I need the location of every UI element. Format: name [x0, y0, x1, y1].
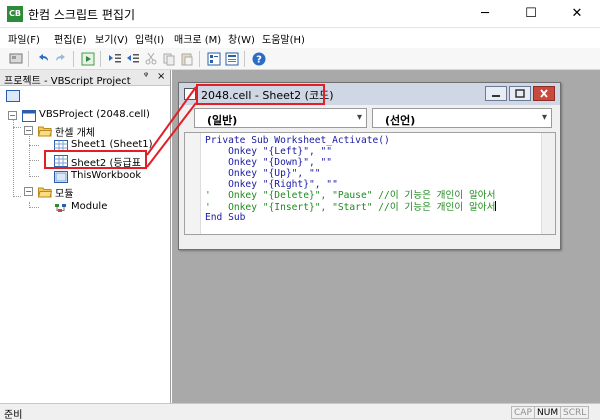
horizontal-scrollbar[interactable] [184, 236, 556, 247]
code-line-text: ' Onkey "{Insert}", "Start" //이 기능은 개인이 … [205, 202, 496, 213]
folder-open-icon [37, 186, 53, 198]
tree-root-label: VBSProject (2048.cell) [39, 109, 150, 120]
menu-window[interactable]: 창(W) [228, 31, 255, 46]
maximize-button[interactable]: ☐ [508, 0, 554, 28]
vertical-scrollbar[interactable] [541, 133, 555, 234]
menu-bar: 파일(F) 편집(E) 보기(V) 입력(I) 매크로 (M) 창(W) 도움말… [0, 28, 600, 48]
project-panel: 프로젝트 - VBScript Project ᵠ × − VBSProject… [0, 70, 171, 403]
close-button[interactable]: ✕ [554, 0, 600, 28]
collapse-icon[interactable]: − [8, 111, 17, 120]
chevron-down-icon: ▾ [356, 112, 362, 123]
app-icon: CB [7, 6, 23, 22]
project-icon [22, 110, 36, 122]
code-line: ' Onkey "{Delete}", "Pause" //이 기능은 개인이 … [205, 190, 496, 201]
object-combo[interactable]: (일반) ▾ [194, 108, 367, 128]
help-icon[interactable]: ? [251, 51, 267, 67]
status-num: NUM [534, 406, 562, 419]
redo-icon[interactable] [53, 51, 69, 67]
run-icon[interactable] [80, 51, 96, 67]
menu-macro[interactable]: 매크로 (M) [174, 31, 221, 46]
tree-root[interactable]: − VBSProject (2048.cell) [0, 109, 170, 123]
annotation-highlight-title [196, 84, 325, 105]
cut-icon[interactable] [143, 51, 159, 67]
annotation-highlight-sheet2 [44, 150, 147, 169]
tree-group-modules-label: 모듈 [55, 189, 74, 200]
status-text: 준비 [4, 410, 23, 420]
code-line-active: ' Onkey "{Insert}", "Start" //이 기능은 개인이 … [205, 201, 497, 213]
code-line: End Sub [205, 212, 246, 223]
chevron-down-icon: ▾ [541, 112, 547, 123]
project-explorer-icon[interactable] [206, 51, 222, 67]
module-icon [54, 202, 68, 214]
tree-item-workbook[interactable]: ThisWorkbook [0, 170, 170, 184]
minimize-button[interactable]: ─ [462, 0, 508, 28]
code-line: Onkey "{Right}", "" [205, 179, 338, 190]
tree-group-objects[interactable]: − 한셀 개체 [0, 124, 170, 139]
panel-close-icon[interactable]: × [157, 71, 165, 82]
code-line: Onkey "{Down}", "" [205, 157, 333, 168]
tree-item-sheet1-label: Sheet1 (Sheet1) [71, 139, 153, 150]
undo-icon[interactable] [35, 51, 51, 67]
paste-icon[interactable] [179, 51, 195, 67]
code-editor[interactable]: Private Sub Worksheet_Activate() Onkey "… [184, 132, 556, 235]
editor-gutter [185, 133, 201, 234]
svg-text:?: ? [256, 55, 262, 66]
tree-item-module[interactable]: Module [0, 201, 170, 215]
project-panel-title: 프로젝트 - VBScript Project [4, 76, 131, 87]
app-title: 한컴 스크립트 편집기 [28, 8, 135, 22]
menu-help[interactable]: 도움말(H) [262, 31, 305, 46]
menu-view[interactable]: 보기(V) [95, 31, 128, 46]
status-scrl: SCRL [560, 406, 590, 419]
project-panel-header: 프로젝트 - VBScript Project ᵠ × [0, 70, 170, 87]
object-combo-value: (일반) [207, 114, 238, 127]
indent-icon[interactable] [107, 51, 123, 67]
folder-open-icon [37, 125, 53, 137]
toolbar: ? [0, 48, 600, 70]
menu-file[interactable]: 파일(F) [8, 31, 40, 46]
menu-insert[interactable]: 입력(I) [135, 31, 164, 46]
properties-window-icon[interactable] [224, 51, 240, 67]
workbook-icon [54, 171, 68, 183]
code-line: Onkey "{Up}", "" [205, 168, 321, 179]
code-window-icon [184, 88, 196, 100]
app-titlebar: CB 한컴 스크립트 편집기 ─ ☐ ✕ [0, 0, 600, 28]
status-cap: CAP [511, 406, 535, 419]
code-maximize-button[interactable] [509, 86, 531, 101]
collapse-icon[interactable]: − [24, 126, 33, 135]
outdent-icon[interactable] [125, 51, 141, 67]
view-object-icon[interactable] [8, 51, 24, 67]
procedure-combo-value: (선언) [385, 114, 416, 127]
text-caret [495, 201, 497, 211]
status-bar: 준비 CAP NUM SCRL [0, 403, 600, 420]
menu-edit[interactable]: 편집(E) [54, 31, 87, 46]
view-code-icon[interactable] [6, 90, 20, 102]
procedure-combo[interactable]: (선언) ▾ [372, 108, 552, 128]
code-minimize-button[interactable] [485, 86, 507, 101]
tree-group-objects-label: 한셀 개체 [55, 128, 95, 139]
tree-item-workbook-label: ThisWorkbook [71, 170, 142, 181]
tree-group-modules[interactable]: − 모듈 [0, 185, 170, 200]
code-line: Onkey "{Left}", "" [205, 146, 333, 157]
pin-icon[interactable]: ᵠ [144, 71, 148, 82]
code-line: Private Sub Worksheet_Activate() [205, 135, 390, 146]
copy-icon[interactable] [161, 51, 177, 67]
tree-item-module-label: Module [71, 201, 108, 212]
code-window: 2048.cell - Sheet2 (코드) (일반) ▾ (선언) ▾ Pr… [178, 82, 561, 250]
code-close-button[interactable] [533, 86, 555, 101]
collapse-icon[interactable]: − [24, 187, 33, 196]
